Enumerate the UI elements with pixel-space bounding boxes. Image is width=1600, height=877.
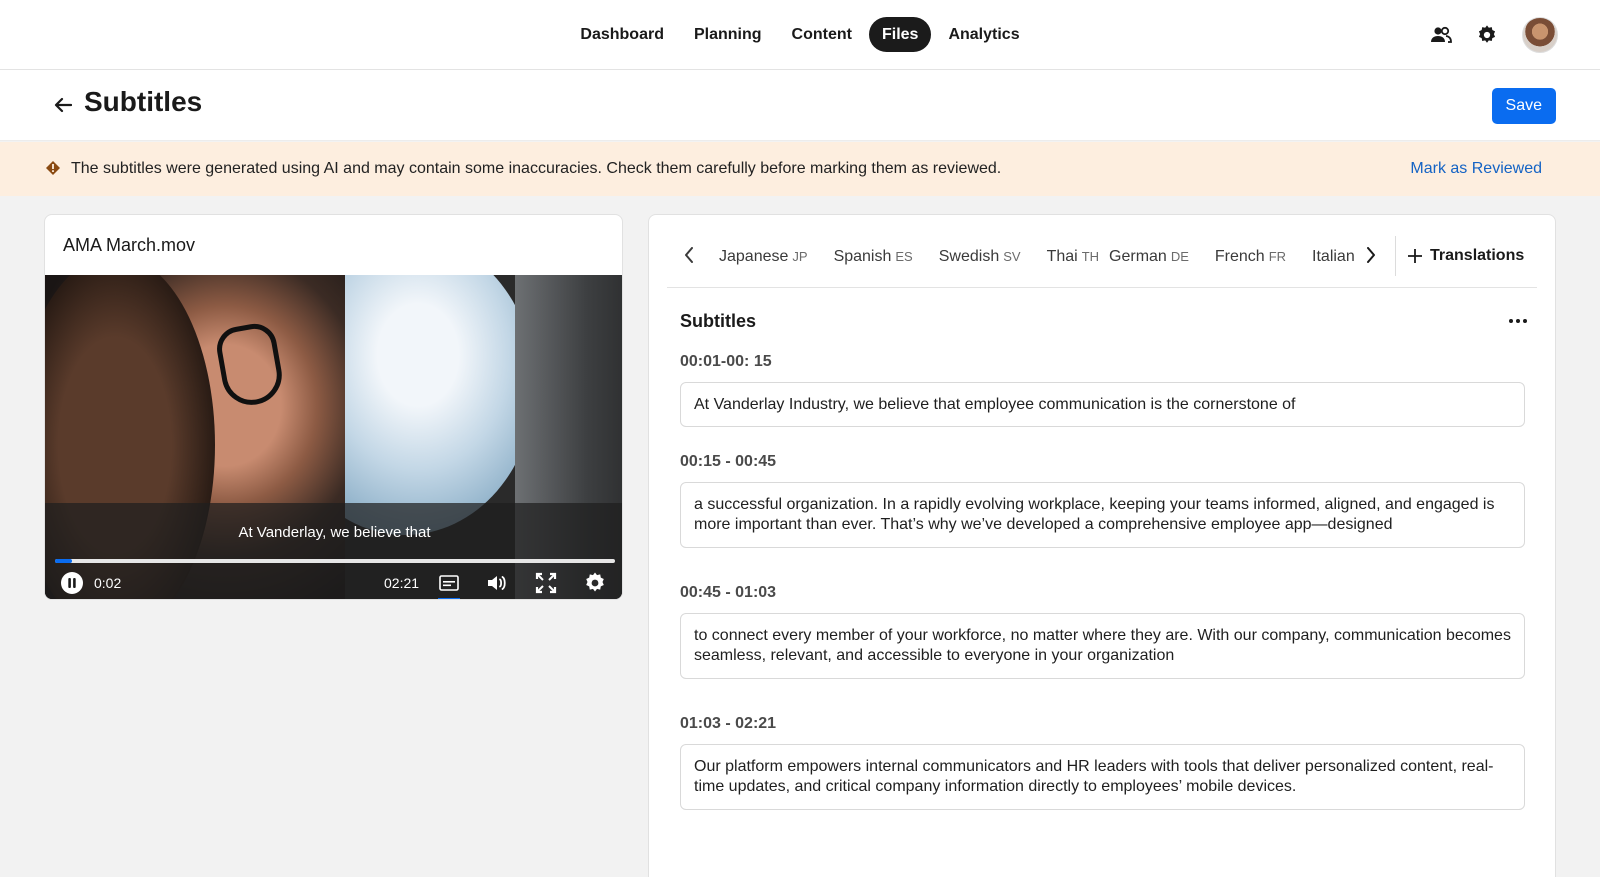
- player-controls: 0:02 02:21: [45, 570, 622, 599]
- main-nav: Dashboard Planning Content Files Analyti…: [0, 17, 1600, 52]
- tabs-divider: [1395, 236, 1396, 276]
- language-name: French: [1214, 248, 1265, 265]
- tab-language-italian[interactable]: ItalianIT: [1312, 248, 1359, 266]
- current-time: 0:02: [94, 575, 122, 591]
- video-card: AMA March.mov At Vanderlay, we believe t…: [44, 214, 623, 600]
- tab-language-japanese[interactable]: Japanese JP: [719, 248, 808, 266]
- more-options-icon[interactable]: [1507, 313, 1529, 329]
- language-tabs: Japanese JP Spanish ES Swedish SV Thai TH German…: [667, 215, 1537, 288]
- gear-icon[interactable]: [1474, 22, 1500, 48]
- page-header: Subtitles Save: [0, 70, 1600, 141]
- segment-time: 00:01-00: 15: [680, 353, 772, 370]
- video-player[interactable]: At Vanderlay, we believe that 0:02 02:21: [45, 275, 622, 599]
- nav-item-content[interactable]: Content: [779, 17, 865, 52]
- captions-active-indicator: [438, 598, 460, 599]
- settings-gear-icon[interactable]: [583, 570, 607, 596]
- nav-item-analytics[interactable]: Analytics: [935, 17, 1032, 52]
- segment-time: 01:03 - 02:21: [680, 715, 777, 732]
- tab-language-french[interactable]: French FR: [1215, 248, 1286, 266]
- subtitle-segment-text[interactable]: At Vanderlay Industry, we believe that e…: [680, 382, 1525, 427]
- subtitle-segment-text[interactable]: Our platform empowers internal communica…: [680, 744, 1525, 810]
- pause-icon[interactable]: [60, 570, 84, 596]
- language-code: DE: [1170, 249, 1189, 264]
- mark-as-reviewed-link[interactable]: Mark as Reviewed: [1410, 160, 1542, 178]
- chevron-left-icon[interactable]: [679, 245, 699, 265]
- duration: 02:21: [384, 575, 420, 591]
- chevron-right-icon[interactable]: [1361, 245, 1381, 265]
- add-translations-button[interactable]: Translations: [1408, 245, 1524, 267]
- subtitles-section-title: Subtitles: [680, 311, 757, 331]
- closed-captions-icon[interactable]: [438, 570, 460, 599]
- save-button[interactable]: Save: [1491, 88, 1556, 124]
- progress-fill: [55, 559, 72, 563]
- segment-time: 00:15 - 00:45: [680, 453, 777, 470]
- language-name: Spanish: [833, 248, 892, 265]
- tab-language-spanish[interactable]: Spanish ES: [834, 248, 913, 266]
- language-code: ES: [895, 249, 913, 264]
- plus-icon: [1408, 249, 1422, 263]
- language-code: JP: [792, 249, 808, 264]
- language-code: SV: [1003, 249, 1021, 264]
- subtitles-panel: Japanese JP Spanish ES Swedish SV Thai TH German…: [648, 214, 1556, 877]
- language-name: Japanese: [719, 248, 789, 265]
- fullscreen-icon[interactable]: [534, 570, 558, 596]
- back-arrow-icon[interactable]: [50, 92, 76, 118]
- avatar[interactable]: [1522, 17, 1558, 53]
- people-icon[interactable]: [1428, 22, 1454, 48]
- language-code: FR: [1268, 249, 1287, 264]
- caption-overlay: At Vanderlay, we believe that 0:02 02:21: [45, 503, 622, 599]
- caption-text: At Vanderlay, we believe that: [238, 524, 431, 541]
- tab-language-thai[interactable]: Thai TH: [1047, 248, 1099, 266]
- language-name: Italian: [1312, 248, 1355, 265]
- language-code: TH: [1081, 249, 1100, 264]
- language-list: Japanese JP Spanish ES Swedish SV Thai TH German…: [719, 248, 1359, 270]
- add-translations-label: Translations: [1430, 247, 1525, 264]
- progress-bar[interactable]: [55, 559, 615, 563]
- volume-icon[interactable]: [485, 570, 509, 596]
- ai-warning-banner: The subtitles were generated using AI an…: [0, 142, 1600, 196]
- subtitle-segment-text[interactable]: a successful organization. In a rapidly …: [680, 482, 1525, 548]
- language-name: Thai: [1046, 248, 1078, 265]
- warning-diamond-icon: [46, 161, 60, 175]
- language-name: Swedish: [938, 248, 1000, 265]
- nav-item-files[interactable]: Files: [868, 17, 932, 52]
- file-name: AMA March.mov: [63, 235, 196, 255]
- tab-language-german[interactable]: German DE: [1109, 248, 1189, 266]
- top-navigation: Dashboard Planning Content Files Analyti…: [0, 0, 1600, 70]
- page-title: Subtitles: [84, 86, 203, 117]
- nav-item-dashboard[interactable]: Dashboard: [567, 17, 677, 52]
- banner-message: The subtitles were generated using AI an…: [71, 160, 1002, 177]
- segment-time: 00:45 - 01:03: [680, 584, 777, 601]
- language-name: German: [1109, 248, 1167, 265]
- tab-language-swedish[interactable]: Swedish SV: [939, 248, 1021, 266]
- nav-item-planning[interactable]: Planning: [681, 17, 775, 52]
- nav-actions: [1428, 17, 1558, 53]
- subtitle-segment-text[interactable]: to connect every member of your workforc…: [680, 613, 1525, 679]
